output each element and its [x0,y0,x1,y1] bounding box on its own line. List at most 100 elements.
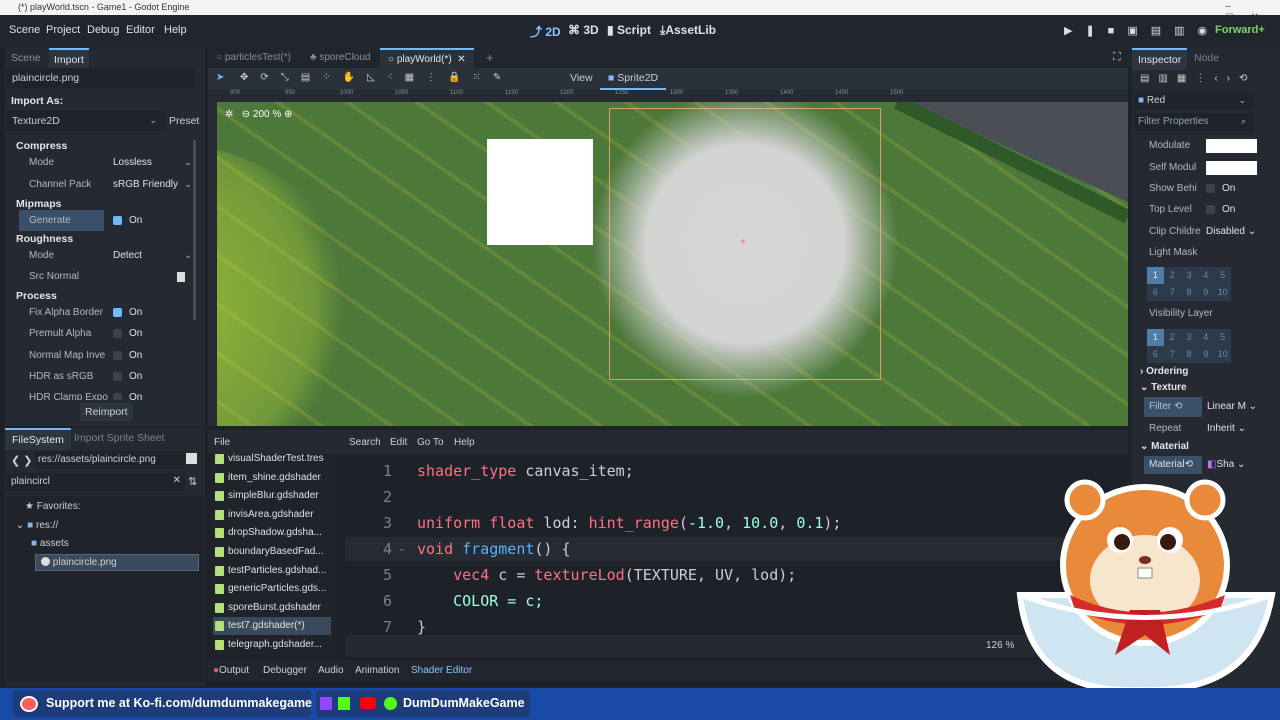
shader-file-item[interactable]: invisArea.gdshader [213,506,331,524]
mipmaps-generate-row[interactable]: Generate On [5,210,200,231]
workspace-2d[interactable]: ⤴ 2D [530,23,561,40]
shader-file-item[interactable]: dropShadow.gdsha... [213,524,331,542]
scene-tab-sporecloud[interactable]: ♣ sporeCloud [310,52,371,63]
file-icon[interactable] [177,272,185,282]
menu-debug[interactable]: Debug [87,24,119,36]
fix-alpha-row[interactable]: Fix Alpha Border On [5,302,200,323]
layer-bit[interactable]: 9 [1197,284,1214,301]
center-view-icon[interactable]: ✲ [225,109,233,120]
checkbox-checked[interactable] [113,307,122,317]
layer-bit[interactable]: 8 [1181,284,1198,301]
layer-bit[interactable]: 6 [1147,346,1164,363]
tab-import[interactable]: Import [49,48,89,70]
tab-filesystem[interactable]: FileSystem [5,428,71,450]
show-behind-toggle[interactable]: On [1206,183,1235,194]
layer-bit[interactable]: 1 [1147,267,1164,284]
compress-mode-row[interactable]: Mode Lossless ⌄ [5,152,200,173]
filter-properties-input[interactable]: Filter Properties ⌕ [1134,113,1254,131]
layer-bit[interactable]: 5 [1214,329,1231,346]
close-icon[interactable]: ✕ [457,54,465,65]
tab-import-sprite-sheet[interactable]: Import Sprite Sheet [74,432,164,444]
workspace-3d[interactable]: ⌘ 3D [568,23,599,37]
menu-file[interactable]: File [214,437,230,448]
layer-bit[interactable]: 1 [1147,329,1164,346]
channel-pack-row[interactable]: Channel Pack sRGB Friendly ⌄ [5,174,200,195]
import-scrollbar[interactable] [193,140,196,320]
roughness-mode-row[interactable]: Mode Detect ⌄ [5,245,200,266]
layer-bit[interactable]: 5 [1214,267,1231,284]
shader-file-item[interactable]: testParticles.gdshad... [213,562,331,580]
layer-bit[interactable]: 3 [1181,267,1198,284]
modulate-color[interactable] [1206,139,1257,153]
renderer-select[interactable]: Forward+ [1215,24,1265,36]
tab-audio[interactable]: Audio [318,665,344,676]
run-controls[interactable]: ▶❚■▣▤▥◉ [1064,24,1220,37]
menu-goto[interactable]: Go To [417,437,444,448]
favorites-item[interactable]: ★ Favorites: [25,501,81,512]
clip-children-select[interactable]: Disabled ⌄ [1206,226,1256,237]
inspector-toolbar[interactable]: ▤▥▦⋮‹›⟲ [1140,73,1256,84]
fold-icon[interactable]: ⌄ [398,543,406,554]
tab-inspector[interactable]: Inspector [1132,48,1188,70]
selected-sprite[interactable]: + [590,102,900,399]
add-tab-icon[interactable]: + [486,50,494,65]
zoom-out-icon[interactable]: ⊖ [242,109,250,120]
checkbox[interactable] [113,392,122,400]
checkbox[interactable] [113,371,122,381]
hdr-clamp-row[interactable]: HDR Clamp Expo On [5,387,200,400]
section-ordering[interactable]: › Ordering [1140,366,1188,377]
layer-bit[interactable]: 4 [1197,329,1214,346]
hdr-srgb-row[interactable]: HDR as sRGB On [5,366,200,387]
menu-help[interactable]: Help [164,24,187,36]
nav-back-forward[interactable]: ❮ ❯ [11,454,33,467]
workspace-script[interactable]: ▮ Script [607,23,651,37]
select-tool-icon[interactable]: ➤ [216,72,224,83]
layer-bit[interactable]: 2 [1164,267,1181,284]
tab-node[interactable]: Node [1194,52,1219,64]
transform-tools[interactable]: ✥⟳⤡▤⁘✋◺⁖▦⋮🔒⁙✎ [240,72,513,83]
material-select[interactable]: ◧Sha ⌄ [1207,459,1245,470]
sort-icon[interactable]: ⇅ [188,475,197,488]
layer-bit[interactable]: 6 [1147,284,1164,301]
import-as-select[interactable]: Texture2D ⌄ [7,111,165,131]
canvas-viewport[interactable]: + ✲ ⊖ 200 % ⊕ [217,102,1128,426]
menu-project[interactable]: Project [46,24,80,36]
menu-search[interactable]: Search [349,437,381,448]
visibility-layer-grid[interactable]: 1 2 3 4 5 6 7 8 9 10 [1147,329,1231,363]
tree-item-plaincircle[interactable]: plaincircle.png [35,554,199,571]
view-menu[interactable]: View [570,72,593,84]
shader-file-item[interactable]: boundaryBasedFad... [213,543,331,561]
menu-help[interactable]: Help [454,437,475,448]
layer-bit[interactable]: 10 [1214,346,1231,363]
scene-tab-particlestest[interactable]: ○ particlesTest(*) [216,52,291,63]
checkbox[interactable] [113,350,122,360]
preset-button[interactable]: Preset [169,115,199,127]
self-modulate-color[interactable] [1206,161,1257,175]
light-mask-grid[interactable]: 1 2 3 4 5 6 7 8 9 10 [1147,267,1231,301]
tree-item-assets[interactable]: ■ assets [31,538,69,549]
section-material[interactable]: ⌄ Material [1140,441,1189,452]
shader-file-item[interactable]: item_shine.gdshader [213,469,331,487]
sprite2d-menu[interactable]: ■ Sprite2D [600,68,667,90]
src-normal-row[interactable]: Src Normal [5,266,200,287]
menu-editor[interactable]: Editor [126,24,155,36]
fullscreen-icon[interactable]: ⛶ [1113,51,1121,64]
workspace-assetlib[interactable]: ⤓AssetLib [660,23,716,38]
premult-row[interactable]: Premult Alpha On [5,323,200,344]
shader-file-item[interactable]: visualShaderTest.tres [213,450,331,468]
shader-file-item[interactable]: sporeBurst.gdshader [213,599,331,617]
tab-scene[interactable]: Scene [11,52,41,64]
clear-icon[interactable]: ✕ [173,475,181,486]
toggle-view-icon[interactable] [186,453,197,464]
filter-select[interactable]: Linear M ⌄ [1207,401,1257,412]
layer-bit[interactable]: 3 [1181,329,1198,346]
layer-bit[interactable]: 7 [1164,284,1181,301]
shader-file-item[interactable]: telegraph.gdshader... [213,636,331,654]
white-sprite[interactable] [487,139,593,245]
shader-file-item[interactable]: simpleBlur.gdshader [213,487,331,505]
zoom-in-icon[interactable]: ⊕ [284,109,292,120]
layer-bit[interactable]: 2 [1164,329,1181,346]
tab-debugger[interactable]: Debugger [263,665,307,676]
layer-bit[interactable]: 4 [1197,267,1214,284]
repeat-select[interactable]: Inherit ⌄ [1207,423,1246,434]
